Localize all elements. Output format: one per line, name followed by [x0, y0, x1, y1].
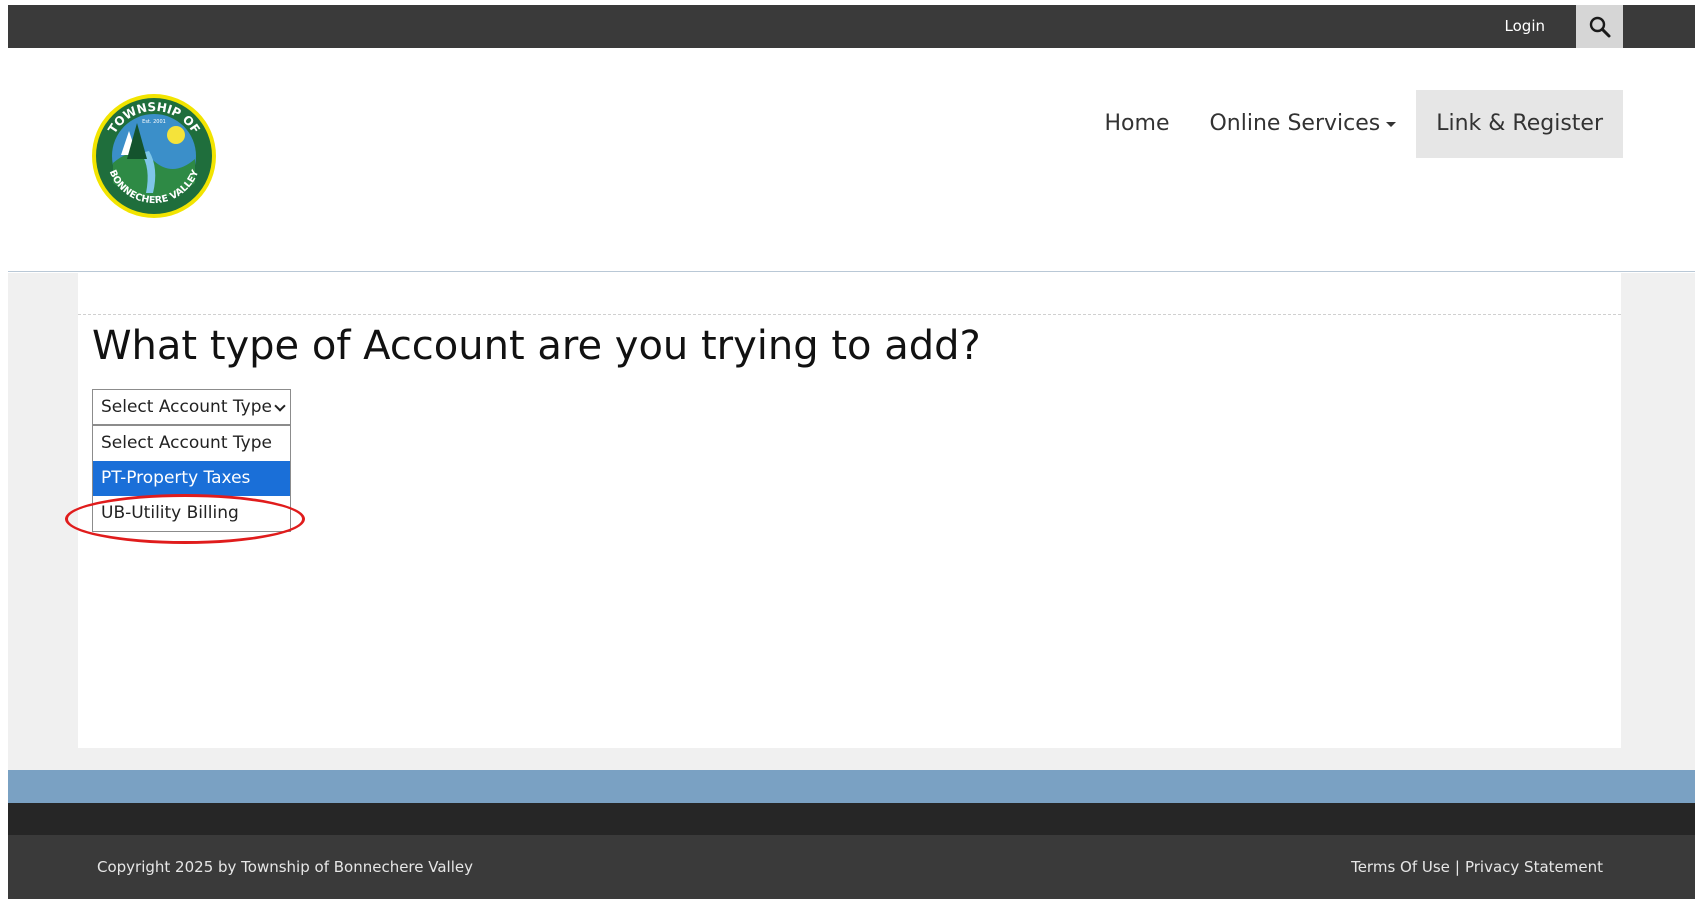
footer: Copyright 2025 by Township of Bonnechere… — [8, 835, 1695, 899]
nav-online-services-label: Online Services — [1209, 111, 1381, 136]
nav-link-register[interactable]: Link & Register — [1416, 90, 1623, 158]
footer-links: Terms Of Use | Privacy Statement — [1351, 835, 1603, 899]
footer-dark-band — [8, 803, 1695, 835]
option-utility-billing[interactable]: UB-Utility Billing — [93, 496, 290, 531]
page: Login TOWNSHIP OF Est. 2001 BONNECHERE V… — [8, 5, 1695, 899]
main-area: What type of Account are you trying to a… — [8, 273, 1695, 770]
page-title: What type of Account are you trying to a… — [92, 323, 981, 369]
search-icon — [1589, 16, 1610, 37]
nav-link-register-label: Link & Register — [1436, 111, 1603, 136]
terms-of-use-link[interactable]: Terms Of Use — [1351, 858, 1450, 876]
footer-separator: | — [1454, 858, 1460, 876]
account-type-selected-value: Select Account Type — [101, 397, 272, 417]
nav-online-services[interactable]: Online Services — [1189, 90, 1416, 158]
nav-home-label: Home — [1104, 111, 1170, 136]
logo-text-est: Est. 2001 — [142, 119, 166, 125]
footer-accent-band — [8, 770, 1695, 803]
copyright-text: Copyright 2025 by Township of Bonnechere… — [97, 858, 473, 876]
divider — [78, 314, 1621, 315]
account-type-select[interactable]: Select Account Type — [92, 389, 291, 425]
option-select-account-type[interactable]: Select Account Type — [93, 426, 290, 461]
nav-home[interactable]: Home — [1085, 90, 1190, 158]
chevron-down-icon — [274, 400, 286, 412]
caret-down-icon — [1386, 121, 1397, 127]
account-type-options: Select Account Type PT-Property Taxes UB… — [92, 425, 291, 532]
privacy-statement-link[interactable]: Privacy Statement — [1465, 858, 1603, 876]
option-property-taxes[interactable]: PT-Property Taxes — [93, 461, 290, 496]
content-panel: What type of Account are you trying to a… — [65, 273, 1621, 748]
site-header: TOWNSHIP OF Est. 2001 BONNECHERE VALLEY … — [8, 48, 1695, 272]
login-link[interactable]: Login — [1505, 5, 1545, 48]
main-nav: Home Online Services Link & Register — [1085, 90, 1623, 158]
search-button[interactable] — [1576, 5, 1623, 48]
top-utility-bar: Login — [8, 5, 1695, 48]
township-logo[interactable]: TOWNSHIP OF Est. 2001 BONNECHERE VALLEY — [91, 93, 217, 219]
